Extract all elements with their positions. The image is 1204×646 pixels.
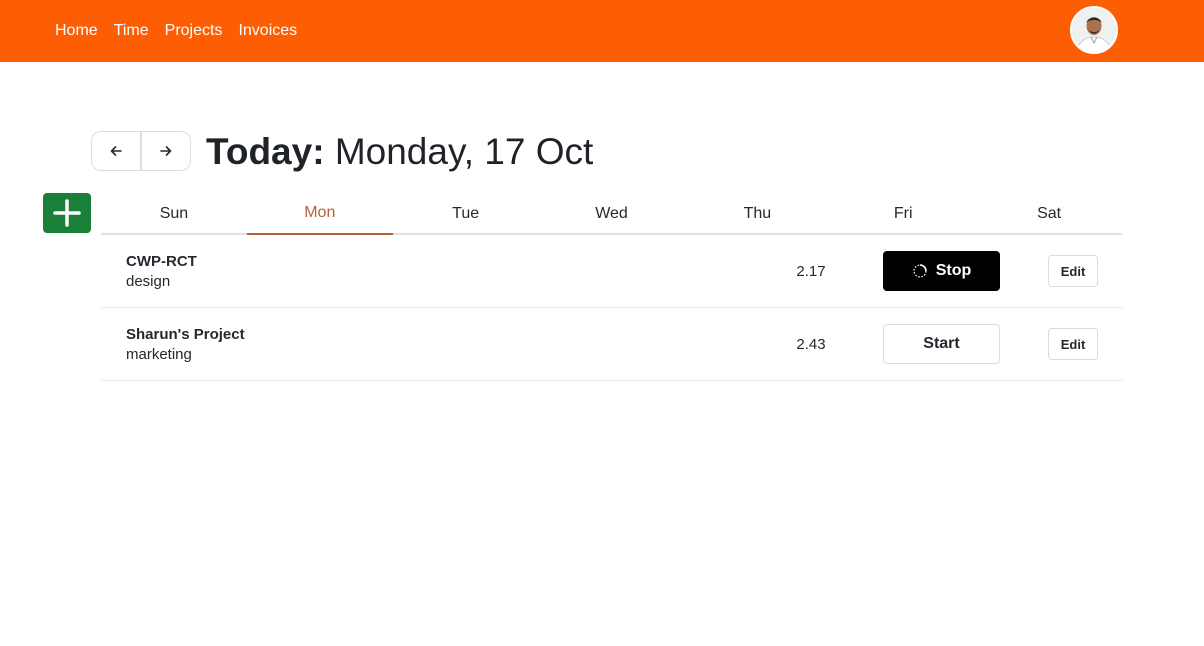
- nav-projects[interactable]: Projects: [165, 22, 223, 40]
- project-name: CWP-RCT: [126, 253, 197, 270]
- tab-wed[interactable]: Wed: [539, 193, 685, 235]
- nav-home[interactable]: Home: [55, 22, 98, 40]
- start-timer-button[interactable]: Start: [883, 324, 1000, 364]
- project-name: Sharun's Project: [126, 326, 245, 343]
- user-avatar[interactable]: [1070, 6, 1118, 54]
- nav-invoices[interactable]: Invoices: [238, 22, 297, 40]
- stop-label: Stop: [935, 262, 972, 279]
- entry-hours: 2.43: [796, 336, 826, 353]
- entry-hours: 2.17: [796, 263, 826, 280]
- spinner-icon: [912, 263, 928, 279]
- tab-sun[interactable]: Sun: [101, 193, 247, 235]
- tab-tue[interactable]: Tue: [393, 193, 539, 235]
- edit-entry-button[interactable]: Edit: [1048, 255, 1098, 287]
- time-entries-list: CWP-RCT design 2.17 Stop Edit Sharun's P…: [101, 235, 1122, 381]
- add-entry-button[interactable]: [43, 193, 91, 233]
- user-avatar-icon: [1072, 8, 1116, 52]
- plus-icon: [53, 199, 81, 227]
- entry-info: Sharun's Project marketing: [126, 325, 245, 365]
- tab-fri[interactable]: Fri: [830, 193, 976, 235]
- top-navbar: Home Time Projects Invoices: [0, 0, 1204, 62]
- page-title: Today: Monday, 17 Oct: [206, 130, 593, 174]
- arrow-right-icon: [160, 146, 172, 156]
- week-day-tabs: Sun Mon Tue Wed Thu Fri Sat: [101, 193, 1122, 235]
- time-entry-row: CWP-RCT design 2.17 Stop Edit: [101, 235, 1122, 308]
- previous-day-button[interactable]: [91, 131, 141, 171]
- start-label: Start: [923, 335, 960, 352]
- tab-mon[interactable]: Mon: [246, 193, 393, 235]
- next-day-button[interactable]: [141, 131, 191, 171]
- tab-thu[interactable]: Thu: [684, 193, 830, 235]
- arrow-left-icon: [110, 146, 122, 156]
- nav-time[interactable]: Time: [114, 22, 149, 40]
- edit-entry-button[interactable]: Edit: [1048, 328, 1098, 360]
- title-date: Monday, 17 Oct: [334, 131, 594, 172]
- main-nav: Home Time Projects Invoices: [55, 0, 297, 62]
- task-name: marketing: [126, 346, 192, 363]
- entry-info: CWP-RCT design: [126, 252, 197, 292]
- time-entry-row: Sharun's Project marketing 2.43 Start Ed…: [101, 308, 1122, 381]
- task-name: design: [126, 273, 171, 290]
- tab-sat[interactable]: Sat: [976, 193, 1122, 235]
- title-label: Today:: [206, 131, 325, 172]
- stop-timer-button[interactable]: Stop: [883, 251, 1000, 291]
